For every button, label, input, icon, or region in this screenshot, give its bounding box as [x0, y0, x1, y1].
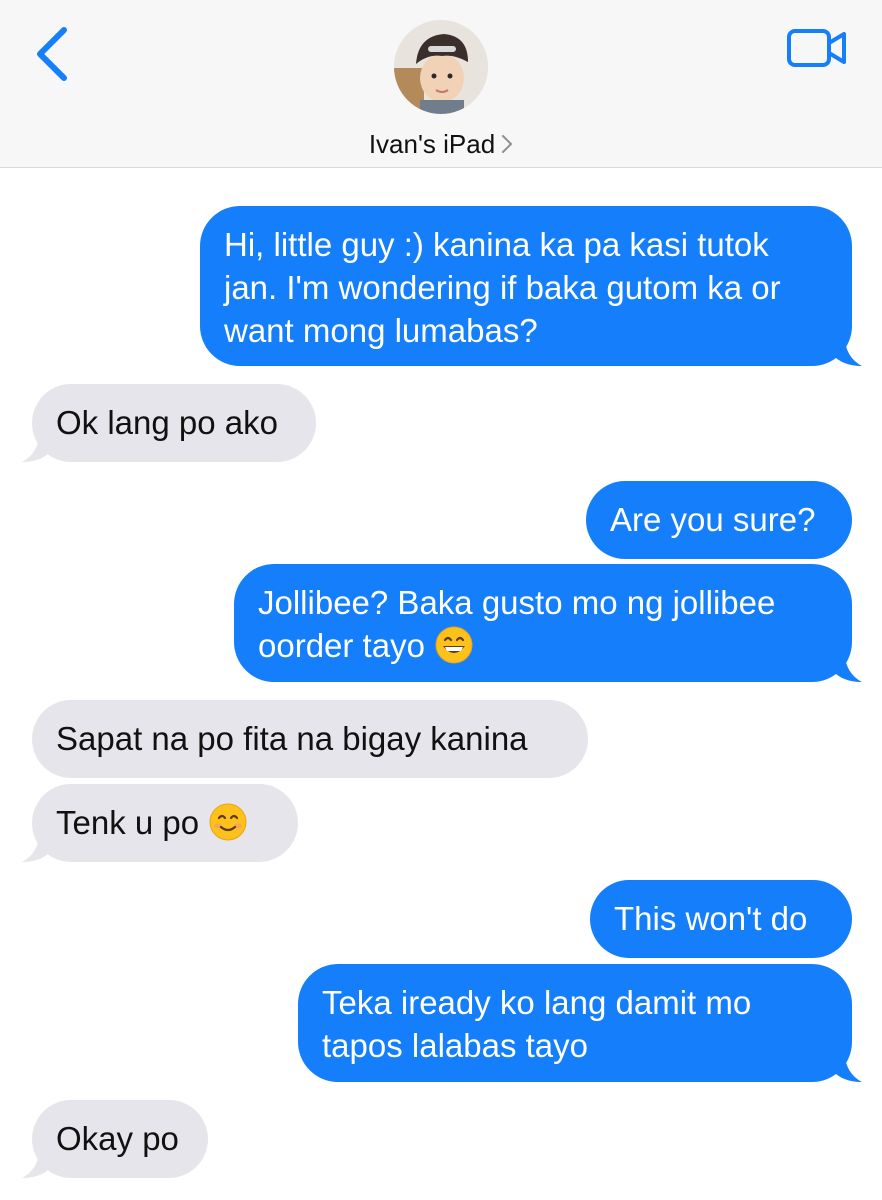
conversation-header: Ivan's iPad [0, 0, 882, 168]
bubble-tail [832, 336, 862, 366]
message-bubble[interactable]: This won't do [590, 880, 852, 958]
message-text: This won't do [614, 900, 808, 937]
bubble-tail [22, 1148, 52, 1178]
avatar-image [394, 20, 488, 114]
message-bubble[interactable]: Teka iready ko lang damit mo tapos lalab… [298, 964, 862, 1082]
message-text: Teka iready ko lang damit mo tapos lalab… [322, 984, 752, 1064]
message-sent: Hi, little guy :) kanina ka pa kasi tuto… [200, 206, 862, 366]
avatar[interactable] [394, 20, 488, 114]
message-received: Okay po [22, 1100, 208, 1178]
contact-name: Ivan's iPad [368, 128, 496, 159]
video-camera-icon [787, 29, 846, 67]
message-sent: Jollibee? Baka gusto mo ng jollibee oord… [234, 564, 862, 682]
message-bubble[interactable]: Are you sure? [586, 481, 852, 559]
chevron-left-icon [37, 27, 67, 81]
message-bubble[interactable]: Okay po [22, 1100, 208, 1178]
message-text: Are you sure? [610, 501, 816, 538]
message-bubble[interactable]: Tenk u po [22, 784, 298, 862]
grinning-face-icon [435, 626, 473, 664]
message-received: Tenk u po [22, 784, 298, 862]
message-received: Sapat na po fita na bigay kanina [32, 700, 588, 778]
message-bubble[interactable]: Jollibee? Baka gusto mo ng jollibee oord… [234, 564, 862, 682]
message-sent: Teka iready ko lang damit mo tapos lalab… [298, 964, 862, 1082]
message-sent: This won't do [590, 880, 852, 958]
bubble-tail [832, 1052, 862, 1082]
message-received: Ok lang po ako [22, 384, 316, 462]
message-text: Hi, little guy :) kanina ka pa kasi tuto… [224, 226, 781, 349]
message-bubble[interactable]: Sapat na po fita na bigay kanina [32, 700, 588, 778]
bubble-tail [22, 432, 52, 462]
message-text: Okay po [56, 1120, 179, 1157]
message-text: Jollibee? Baka gusto mo ng jollibee oord… [258, 584, 776, 664]
chevron-right-icon [502, 135, 513, 153]
message-bubble[interactable]: Ok lang po ako [22, 384, 316, 462]
message-text: Sapat na po fita na bigay kanina [56, 720, 528, 757]
back-button[interactable] [30, 24, 78, 84]
message-text: Tenk u po [56, 804, 209, 841]
video-call-button[interactable] [786, 26, 848, 70]
bubble-tail [832, 652, 862, 682]
message-bubble[interactable]: Hi, little guy :) kanina ka pa kasi tuto… [200, 206, 862, 366]
contact-name-button[interactable]: Ivan's iPad [0, 126, 882, 162]
bubble-tail [22, 832, 52, 862]
message-text: Ok lang po ako [56, 404, 278, 441]
smiling-face-icon [209, 803, 247, 841]
message-sent: Are you sure? [586, 481, 852, 559]
